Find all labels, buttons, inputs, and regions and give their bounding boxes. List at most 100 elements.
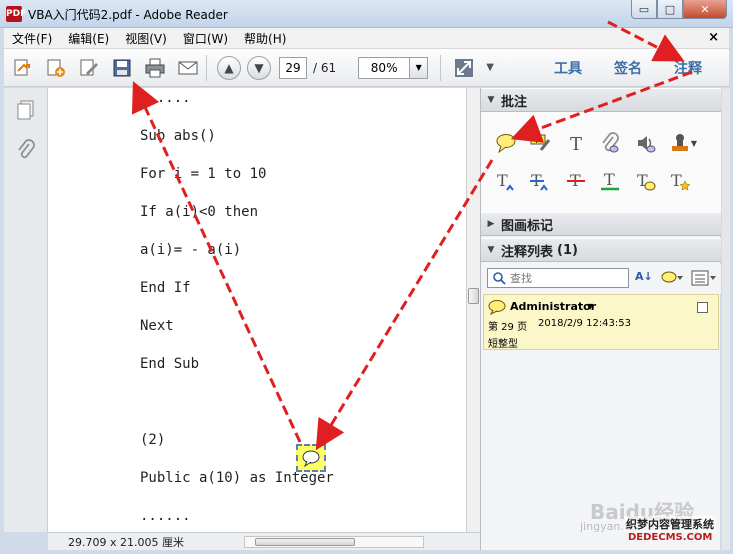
zoom-value: 80% [370,60,398,75]
attach-file-tool[interactable] [597,130,623,156]
maximize-button[interactable]: □ [657,0,683,19]
add-text-tool[interactable]: T [563,130,589,156]
text-star-icon: T [671,171,691,191]
chevron-down-icon[interactable]: ▼ [409,57,428,78]
strikethrough-icon: T [567,171,585,190]
comment-date: 2018/2/9 12:43:53 [538,318,632,329]
edit-button[interactable] [75,54,103,82]
highlighter-icon: T [530,134,551,151]
code-line: Sub abs() [140,128,216,144]
title-bar: PDF VBA入门代码2.pdf - Adobe Reader ▭ □ ✕ [0,0,733,28]
page-thumbnails-button[interactable] [10,94,42,126]
comment-search-box[interactable] [487,268,629,288]
comment-search-input[interactable] [510,271,620,285]
comment-pane-scrollbar[interactable] [722,88,730,550]
document-close-button[interactable]: × [708,30,719,45]
annotations-title: 批注 [501,94,528,110]
search-icon [493,272,506,285]
status-bar: 29.709 x 21.005 厘米 [48,532,480,550]
speech-bubble-icon [302,450,320,467]
code-line: Public a(10) as Integer [140,470,334,486]
scrollbar-thumb[interactable] [468,288,479,304]
code-line: (2) [140,432,166,448]
pdf-icon: PDF [6,6,26,22]
expand-icon [455,58,474,77]
page-total: / 61 [313,60,337,75]
watermark: Baidu经验 jingyan.baidu 织梦内容管理系统 DEDECMS.C… [560,496,730,552]
tab-sign[interactable]: 签名 [614,58,642,78]
text-callout-tool[interactable]: T [667,168,693,194]
code-line: For i = 1 to 10 [140,166,267,182]
open-folder-icon [14,59,30,75]
print-button[interactable] [141,54,169,82]
strikethrough-tool[interactable]: T [563,168,589,194]
drawing-markup-section-header[interactable]: ▶ 图画标记 [481,212,721,236]
create-pdf-button[interactable] [42,54,70,82]
close-button[interactable]: ✕ [683,0,727,19]
speaker-icon [638,136,656,153]
toolbar-overflow-icon[interactable]: ▼ [483,54,497,82]
comment-checkbox[interactable] [697,302,708,313]
code-line: ...... [140,508,191,524]
code-line: Next [140,318,174,334]
minimize-button[interactable]: ▭ [631,0,657,19]
next-page-button[interactable]: ▼ [247,55,271,80]
arrow-down-icon: ▼ [254,60,264,75]
pencil-page-icon [80,59,98,75]
highlight-tool[interactable]: T [527,130,553,156]
save-disk-icon [113,59,131,76]
printer-icon [145,58,165,77]
code-line: a(i)= - a(i) [140,242,242,258]
drawing-markup-title: 图画标记 [501,218,554,234]
insert-text-tool[interactable]: T [493,168,519,194]
previous-page-button[interactable]: ▲ [217,55,241,80]
page-number-input[interactable]: 29 [279,56,307,79]
code-line: End If [140,280,191,296]
menu-window[interactable]: 窗口(W) [175,30,236,47]
author-dropdown-icon[interactable]: ▼ [587,302,593,311]
replace-text-tool[interactable]: T [527,168,553,194]
comment-author[interactable]: Administrator [510,300,596,313]
comment-list-section-header[interactable]: ▼ 注释列表 (1) [481,238,721,262]
code-line: End Sub [140,356,200,372]
menu-bar: 文件(F) 编辑(E) 视图(V) 窗口(W) 帮助(H) × [4,28,729,49]
attachments-button[interactable] [10,134,42,166]
sort-button[interactable]: A↓ [635,270,657,288]
sticky-note-tool[interactable] [493,130,519,156]
record-audio-tool[interactable] [633,130,659,156]
document-page[interactable]: ...... Sub abs() For i = 1 to 10 If a(i)… [48,88,466,532]
svg-text:T: T [533,136,539,145]
triangle-down-icon: ▼ [487,245,495,255]
navigation-pane [4,88,48,532]
menu-edit[interactable]: 编辑(E) [60,30,117,47]
comment-count: (1) [557,242,578,258]
menu-view[interactable]: 视图(V) [117,30,175,47]
zoom-select[interactable]: 80% ▼ [358,56,429,79]
sticky-note-annotation[interactable] [296,444,326,472]
insert-text-icon: T [497,171,514,191]
filter-bubble-icon [661,271,683,283]
menu-file[interactable]: 文件(F) [4,30,60,47]
annotations-section-header[interactable]: ▼ 批注 [481,88,721,112]
menu-help[interactable]: 帮助(H) [236,30,294,47]
page-dimensions: 29.709 x 21.005 厘米 [68,535,184,549]
open-button[interactable] [9,54,37,82]
vertical-scrollbar[interactable] [466,88,480,532]
save-button[interactable] [108,54,136,82]
email-button[interactable] [174,54,202,82]
stamp-dropdown-icon[interactable]: ▼ [687,130,701,156]
filter-button[interactable] [661,269,683,287]
svg-text:T: T [570,134,582,154]
scrollbar-thumb[interactable] [255,538,355,546]
options-button[interactable] [691,269,717,287]
triangle-right-icon: ▶ [487,219,495,229]
underline-tool[interactable]: T [597,168,623,194]
text-comment-tool[interactable]: T [633,168,659,194]
horizontal-scrollbar[interactable] [244,536,424,548]
tab-tools[interactable]: 工具 [554,58,582,78]
tab-comment[interactable]: 注释 [674,58,702,78]
comment-list-item[interactable]: Administrator ▼ 第 29 页 2018/2/9 12:43:53… [483,294,719,350]
comment-search-row: A↓ [481,264,721,294]
fullscreen-button[interactable] [450,54,478,82]
code-line: ...... [140,90,191,106]
